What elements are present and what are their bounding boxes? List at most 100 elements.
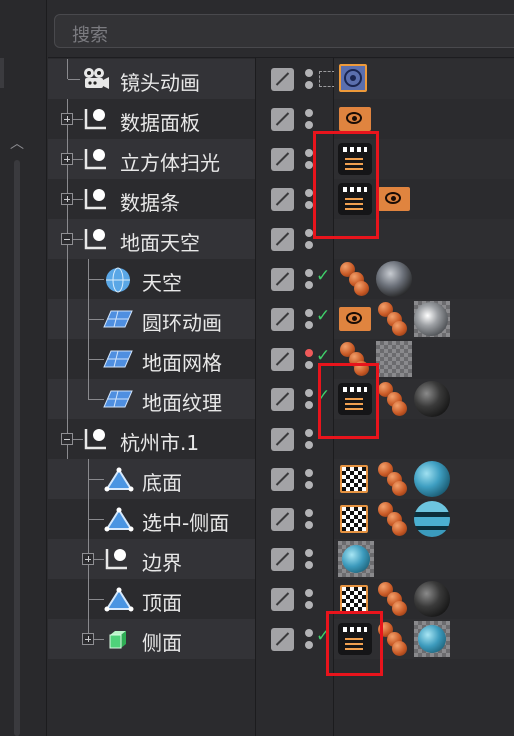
- object-name[interactable]: 底面: [142, 467, 182, 496]
- edit-visibility-toggle[interactable]: [271, 628, 294, 651]
- edit-visibility-toggle[interactable]: [271, 108, 294, 131]
- edit-visibility-toggle[interactable]: [271, 188, 294, 211]
- object-name[interactable]: 数据条: [120, 187, 180, 216]
- object-row[interactable]: 数据面板: [48, 99, 514, 139]
- material-sphere-icon[interactable]: [414, 381, 450, 417]
- render-visibility-dot[interactable]: [305, 441, 313, 449]
- enabled-check-icon[interactable]: ✓: [316, 306, 330, 326]
- editor-visibility-dot[interactable]: [305, 509, 313, 517]
- material-balls-icon[interactable]: [378, 502, 408, 536]
- object-row[interactable]: 数据条: [48, 179, 514, 219]
- render-visibility-dot[interactable]: [305, 641, 313, 649]
- collapse-toggle[interactable]: [61, 233, 73, 245]
- object-name[interactable]: 地面网格: [142, 347, 222, 376]
- render-visibility-dot[interactable]: [305, 561, 313, 569]
- editor-visibility-dot[interactable]: [305, 109, 313, 117]
- object-name[interactable]: 镜头动画: [120, 67, 200, 96]
- panel-tab-marker[interactable]: [0, 58, 4, 88]
- object-name[interactable]: 侧面: [142, 627, 182, 656]
- material-sphere-icon[interactable]: [418, 625, 446, 653]
- edit-visibility-toggle[interactable]: [271, 308, 294, 331]
- editor-visibility-dot[interactable]: [305, 149, 313, 157]
- editor-visibility-dot[interactable]: [305, 389, 313, 397]
- render-visibility-dot[interactable]: [305, 401, 313, 409]
- render-visibility-dot[interactable]: [305, 521, 313, 529]
- chevron-up-icon[interactable]: ︿: [9, 136, 25, 152]
- edit-visibility-toggle[interactable]: [271, 428, 294, 451]
- material-sphere-icon[interactable]: [414, 302, 448, 336]
- object-name[interactable]: 天空: [142, 267, 182, 296]
- expand-toggle[interactable]: [61, 153, 73, 165]
- editor-visibility-dot[interactable]: [305, 189, 313, 197]
- object-row[interactable]: 杭州市.1: [48, 419, 514, 459]
- object-name[interactable]: 地面纹理: [142, 387, 222, 416]
- object-row[interactable]: 底面: [48, 459, 514, 499]
- expand-toggle[interactable]: [61, 193, 73, 205]
- edit-visibility-toggle[interactable]: [271, 388, 294, 411]
- render-visibility-dot[interactable]: [305, 601, 313, 609]
- object-name[interactable]: 数据面板: [120, 107, 200, 136]
- expand-toggle[interactable]: [61, 113, 73, 125]
- edit-visibility-toggle[interactable]: [271, 588, 294, 611]
- edit-visibility-toggle[interactable]: [271, 348, 294, 371]
- object-row[interactable]: 圆环动画 ✓: [48, 299, 514, 339]
- material-balls-icon[interactable]: [378, 582, 408, 616]
- object-row[interactable]: 镜头动画: [48, 59, 514, 99]
- render-visibility-dot[interactable]: [305, 81, 313, 89]
- edit-visibility-toggle[interactable]: [271, 68, 294, 91]
- object-row[interactable]: 地面网格 ✓: [48, 339, 514, 379]
- eye-tag-icon[interactable]: [339, 307, 371, 331]
- editor-visibility-dot[interactable]: [305, 549, 313, 557]
- edit-visibility-toggle[interactable]: [271, 508, 294, 531]
- material-sphere-icon[interactable]: [414, 461, 450, 497]
- material-sphere-icon[interactable]: [376, 261, 412, 297]
- object-row[interactable]: 选中-侧面: [48, 499, 514, 539]
- enabled-check-icon[interactable]: ✓: [316, 266, 330, 286]
- vertical-scrollbar[interactable]: [14, 160, 20, 736]
- editor-visibility-dot[interactable]: [305, 229, 313, 237]
- material-balls-icon[interactable]: [378, 302, 408, 336]
- object-row[interactable]: 侧面 ✓: [48, 619, 514, 659]
- object-row[interactable]: 地面纹理 ✓: [48, 379, 514, 419]
- expand-toggle[interactable]: [82, 633, 94, 645]
- render-visibility-dot[interactable]: [305, 481, 313, 489]
- material-balls-icon[interactable]: [378, 382, 408, 416]
- editor-visibility-dot[interactable]: [305, 69, 313, 77]
- texture-checker-tag-icon[interactable]: [340, 585, 368, 613]
- object-row[interactable]: 立方体扫光: [48, 139, 514, 179]
- material-balls-icon[interactable]: [378, 462, 408, 496]
- material-preview-icon[interactable]: [376, 341, 412, 377]
- material-sphere-icon[interactable]: [414, 581, 450, 617]
- editor-visibility-dot[interactable]: [305, 469, 313, 477]
- object-name[interactable]: 杭州市.1: [120, 427, 199, 456]
- focus-brackets-icon[interactable]: [319, 71, 335, 87]
- editor-visibility-dot[interactable]: [305, 589, 313, 597]
- edit-visibility-toggle[interactable]: [271, 148, 294, 171]
- object-name[interactable]: 选中-侧面: [142, 507, 229, 536]
- editor-visibility-dot[interactable]: [305, 349, 313, 357]
- edit-visibility-toggle[interactable]: [271, 548, 294, 571]
- eye-tag-icon[interactable]: [339, 107, 371, 131]
- texture-checker-tag-icon[interactable]: [340, 505, 368, 533]
- render-visibility-dot[interactable]: [305, 321, 313, 329]
- render-visibility-dot[interactable]: [305, 161, 313, 169]
- object-name[interactable]: 边界: [142, 547, 182, 576]
- render-visibility-dot[interactable]: [305, 241, 313, 249]
- expand-toggle[interactable]: [82, 553, 94, 565]
- collapse-toggle[interactable]: [61, 433, 73, 445]
- editor-visibility-dot[interactable]: [305, 269, 313, 277]
- editor-visibility-dot[interactable]: [305, 429, 313, 437]
- render-visibility-dot[interactable]: [305, 201, 313, 209]
- edit-visibility-toggle[interactable]: [271, 268, 294, 291]
- render-visibility-dot[interactable]: [305, 361, 313, 369]
- object-name[interactable]: 顶面: [142, 587, 182, 616]
- edit-visibility-toggle[interactable]: [271, 228, 294, 251]
- object-name[interactable]: 立方体扫光: [120, 147, 220, 176]
- material-balls-icon[interactable]: [340, 262, 370, 296]
- object-row[interactable]: 顶面: [48, 579, 514, 619]
- render-visibility-dot[interactable]: [305, 121, 313, 129]
- render-visibility-dot[interactable]: [305, 281, 313, 289]
- texture-checker-tag-icon[interactable]: [340, 465, 368, 493]
- object-row[interactable]: 天空 ✓: [48, 259, 514, 299]
- search-input[interactable]: 搜索: [54, 14, 514, 48]
